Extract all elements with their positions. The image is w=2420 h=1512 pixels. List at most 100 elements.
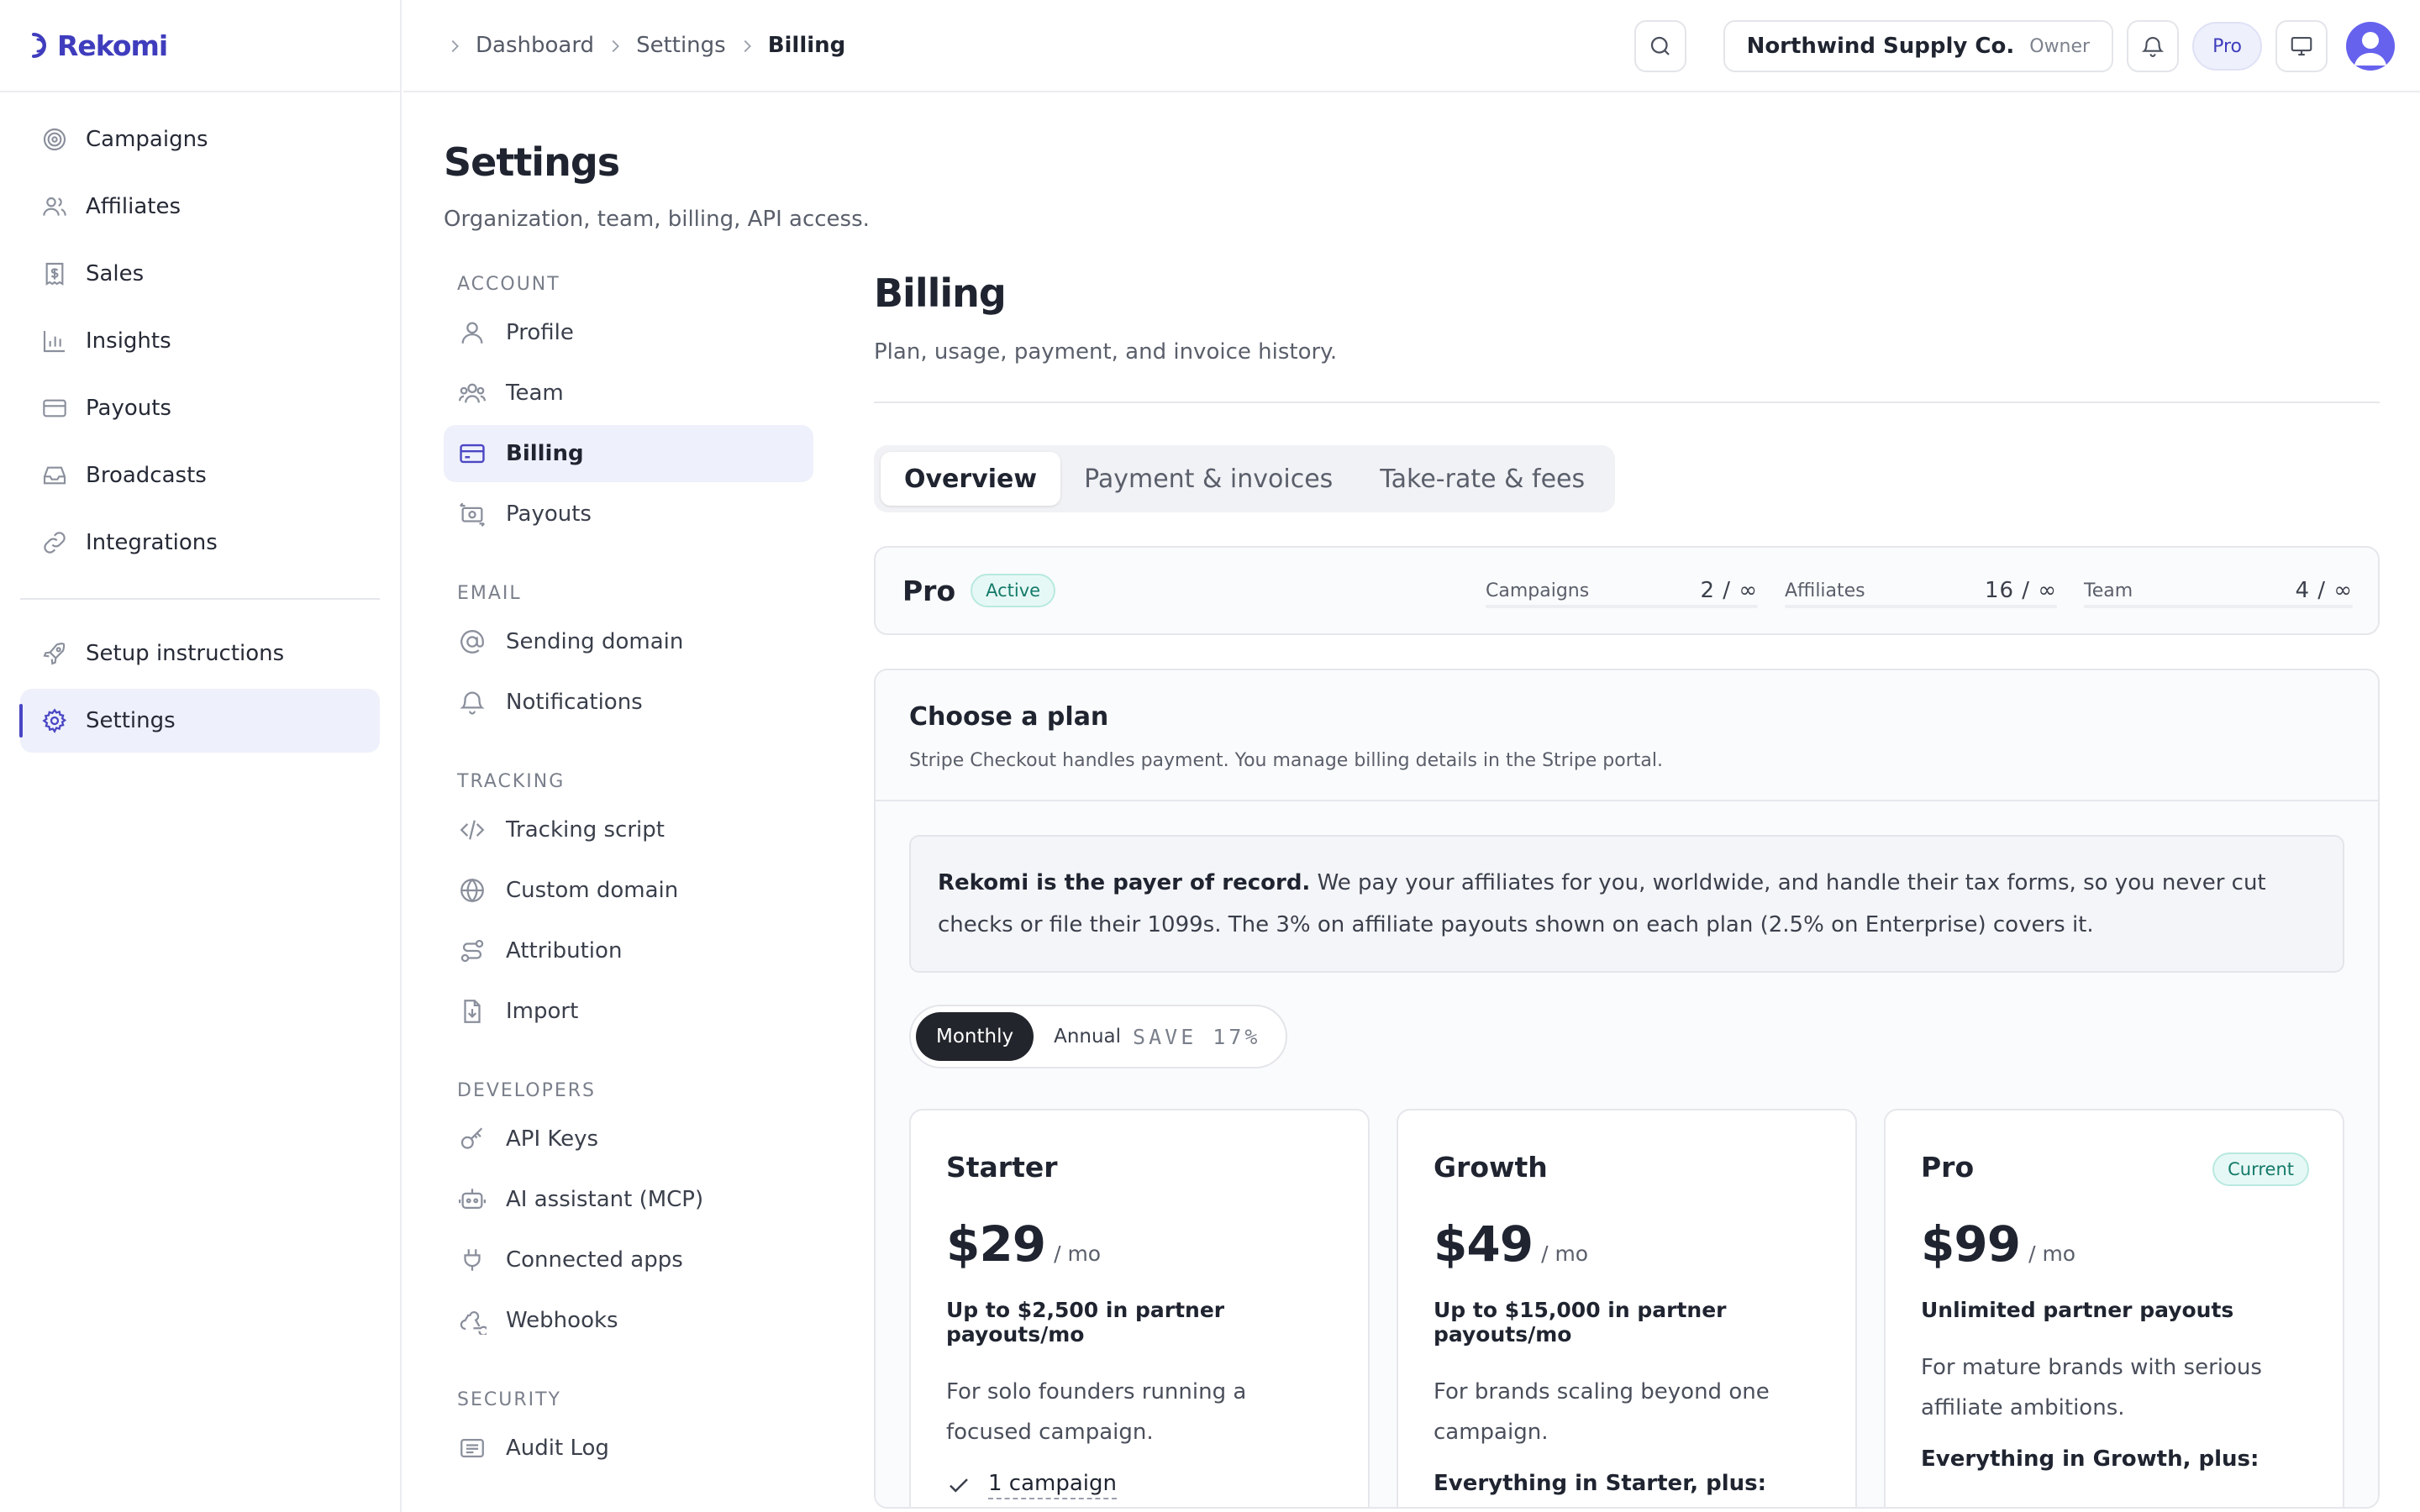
section-heading: ACCOUNT bbox=[457, 273, 560, 295]
billing-panel: Billing Plan, usage, payment, and invoic… bbox=[874, 270, 2380, 1509]
settings-item-payouts[interactable]: Payouts bbox=[444, 486, 813, 543]
billing-tabs: Overview Payment & invoices Take-rate & … bbox=[874, 445, 1616, 512]
gear-icon bbox=[40, 706, 69, 735]
tab-payment-invoices[interactable]: Payment & invoices bbox=[1060, 452, 1356, 506]
settings-item-label: Attribution bbox=[506, 938, 623, 963]
price-row: $29 / mo bbox=[946, 1215, 1333, 1273]
plan-cap: Unlimited partner payouts bbox=[1921, 1298, 2234, 1322]
sidebar-item-integrations[interactable]: Integrations bbox=[20, 511, 380, 575]
settings-item-label: Profile bbox=[506, 320, 574, 345]
settings-item-sending-domain[interactable]: Sending domain bbox=[444, 613, 813, 670]
settings-header: Settings Organization, team, billing, AP… bbox=[444, 139, 870, 232]
search-button[interactable] bbox=[1634, 20, 1686, 72]
settings-item-custom-domain[interactable]: Custom domain bbox=[444, 862, 813, 919]
org-switcher[interactable]: Northwind Supply Co. Owner bbox=[1723, 20, 2114, 72]
usage-bar bbox=[1785, 605, 2057, 608]
feature-text[interactable]: 1 campaign bbox=[988, 1471, 1118, 1499]
payer-of-record-notice: Rekomi is the payer of record. We pay yo… bbox=[909, 835, 2344, 973]
search-icon bbox=[1650, 36, 1670, 55]
settings-item-label: Notifications bbox=[506, 690, 643, 715]
page-subtitle: Organization, team, billing, API access. bbox=[444, 207, 870, 232]
plan-cap: Up to $15,000 in partner payouts/mo bbox=[1434, 1298, 1727, 1347]
section-heading: SECURITY bbox=[457, 1389, 561, 1410]
price-row: $49 / mo bbox=[1434, 1215, 1820, 1273]
receipt-icon bbox=[40, 260, 69, 288]
tab-overview[interactable]: Overview bbox=[881, 452, 1061, 506]
app-sidebar: Rekomi Campaigns Affiliates Sales Insigh… bbox=[0, 0, 402, 1512]
plan-period: / mo bbox=[2028, 1242, 2076, 1266]
plan-card-pro[interactable]: Pro Current $99 / mo Unlimited partner p… bbox=[1884, 1109, 2344, 1507]
sidebar-item-broadcasts[interactable]: Broadcasts bbox=[20, 444, 380, 507]
brand-logo[interactable]: Rekomi bbox=[0, 0, 400, 92]
settings-item-connected-apps[interactable]: Connected apps bbox=[444, 1231, 813, 1289]
users-icon bbox=[40, 192, 69, 221]
plan-card-starter[interactable]: Starter $29 / mo Up to $2,500 in partner… bbox=[909, 1109, 1370, 1507]
credit-card-icon bbox=[457, 438, 487, 469]
settings-item-profile[interactable]: Profile bbox=[444, 304, 813, 361]
settings-item-team[interactable]: Team bbox=[444, 365, 813, 422]
settings-item-api-keys[interactable]: API Keys bbox=[444, 1110, 813, 1168]
section-heading: EMAIL bbox=[457, 582, 522, 604]
usage-bar bbox=[2084, 605, 2353, 608]
sidebar-item-campaigns[interactable]: Campaigns bbox=[20, 108, 380, 171]
sidebar-divider bbox=[20, 598, 380, 600]
plan-card-growth[interactable]: Growth $49 / mo Up to $15,000 in partner… bbox=[1397, 1109, 1857, 1507]
settings-item-attribution[interactable]: Attribution bbox=[444, 922, 813, 979]
sidebar-item-setup-instructions[interactable]: Setup instructions bbox=[20, 622, 380, 685]
webhook-icon bbox=[457, 1305, 487, 1336]
sidebar-item-label: Settings bbox=[86, 708, 176, 733]
settings-item-label: Connected apps bbox=[506, 1247, 683, 1273]
notifications-button[interactable] bbox=[2127, 20, 2180, 72]
settings-item-billing[interactable]: Billing bbox=[444, 425, 813, 482]
sidebar-item-payouts[interactable]: Payouts bbox=[20, 376, 380, 440]
choose-plan-card: Choose a plan Stripe Checkout handles pa… bbox=[874, 669, 2380, 1509]
settings-item-webhooks[interactable]: Webhooks bbox=[444, 1292, 813, 1349]
key-icon bbox=[457, 1124, 487, 1154]
display-button[interactable] bbox=[2275, 20, 2328, 72]
breadcrumb-dashboard[interactable]: Dashboard bbox=[476, 33, 594, 58]
chevron-right-icon bbox=[606, 36, 624, 55]
avatar[interactable] bbox=[2346, 22, 2395, 71]
sidebar-item-affiliates[interactable]: Affiliates bbox=[20, 175, 380, 239]
inbox-icon bbox=[40, 461, 69, 490]
settings-item-notifications[interactable]: Notifications bbox=[444, 674, 813, 731]
current-plan-name: Pro bbox=[902, 574, 956, 607]
settings-item-audit-log[interactable]: Audit Log bbox=[444, 1420, 813, 1477]
breadcrumb-settings[interactable]: Settings bbox=[636, 33, 726, 58]
sidebar-item-settings[interactable]: Settings bbox=[19, 689, 380, 753]
settings-item-import[interactable]: Import bbox=[444, 983, 813, 1040]
plan-description: For mature brands with serious affiliate… bbox=[1921, 1355, 2262, 1420]
choose-plan-subtitle: Stripe Checkout handles payment. You man… bbox=[909, 750, 1663, 771]
plan-price: $99 bbox=[1921, 1215, 2021, 1273]
monthly-option[interactable]: Monthly bbox=[916, 1012, 1034, 1061]
user-avatar-icon bbox=[2354, 32, 2386, 66]
tab-take-rate-fees[interactable]: Take-rate & fees bbox=[1356, 452, 1608, 506]
section-heading: DEVELOPERS bbox=[457, 1079, 596, 1101]
settings-item-label: Billing bbox=[506, 441, 584, 466]
annual-option[interactable]: Annual SAVE 17% bbox=[1034, 1012, 1281, 1061]
plan-includes: Everything in Growth, plus: bbox=[1921, 1446, 2260, 1472]
sidebar-item-insights[interactable]: Insights bbox=[20, 309, 380, 373]
section-heading: TRACKING bbox=[457, 770, 566, 792]
usage-label: Affiliates bbox=[1785, 580, 1865, 601]
settings-item-ai-assistant[interactable]: AI assistant (MCP) bbox=[444, 1171, 813, 1228]
link-icon bbox=[40, 528, 69, 557]
plan-feature: 1 campaign bbox=[946, 1471, 1333, 1499]
org-name: Northwind Supply Co. bbox=[1746, 34, 2015, 59]
robot-icon bbox=[457, 1184, 487, 1215]
user-icon bbox=[457, 318, 487, 348]
plan-price: $49 bbox=[1434, 1215, 1534, 1273]
usage-value: 4 / ∞ bbox=[2295, 578, 2353, 603]
settings-item-tracking-script[interactable]: Tracking script bbox=[444, 801, 813, 858]
sidebar-item-sales[interactable]: Sales bbox=[20, 242, 380, 306]
code-icon bbox=[457, 815, 487, 845]
plan-description: For brands scaling beyond one campaign. bbox=[1434, 1379, 1770, 1445]
divider bbox=[874, 402, 2380, 403]
plan-pill[interactable]: Pro bbox=[2192, 22, 2262, 71]
target-icon bbox=[40, 125, 69, 154]
plan-cards: Starter $29 / mo Up to $2,500 in partner… bbox=[909, 1109, 2344, 1507]
usage-value: 2 / ∞ bbox=[1700, 578, 1758, 603]
settings-item-label: Tracking script bbox=[506, 817, 665, 843]
usage-label: Campaigns bbox=[1486, 580, 1590, 601]
top-bar: Dashboard Settings Billing Northwind Sup… bbox=[403, 0, 2420, 92]
